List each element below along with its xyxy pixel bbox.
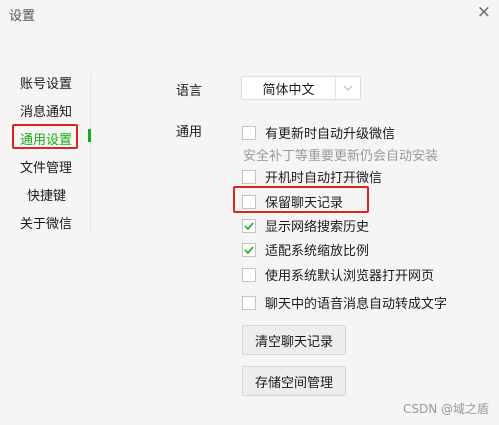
close-icon[interactable]: × bbox=[477, 1, 491, 23]
checkbox-checked[interactable] bbox=[242, 242, 256, 257]
watermark: CSDN @域之盾 bbox=[402, 402, 489, 416]
highlight-box-general bbox=[12, 124, 78, 149]
checkbox[interactable] bbox=[242, 267, 256, 282]
checkbox-checked[interactable] bbox=[242, 218, 256, 233]
option-auto-start[interactable]: 开机时自动打开微信 bbox=[242, 167, 382, 186]
language-label: 语言 bbox=[176, 84, 203, 99]
sidebar-divider bbox=[90, 74, 91, 234]
option-keep-history[interactable]: 保留聊天记录 bbox=[242, 192, 343, 211]
option-voice-to-text[interactable]: 聊天中的语音消息自动转成文字 bbox=[242, 293, 447, 312]
language-select[interactable]: 简体中文 bbox=[241, 76, 361, 100]
checkbox[interactable] bbox=[242, 194, 256, 209]
clear-chat-history-button[interactable]: 清空聊天记录 bbox=[242, 325, 347, 355]
option-auto-update[interactable]: 有更新时自动升级微信 bbox=[242, 123, 395, 142]
option-label: 保留聊天记录 bbox=[265, 196, 344, 211]
sidebar-item-shortcuts[interactable]: 快捷键 bbox=[27, 185, 66, 204]
check-icon bbox=[244, 221, 254, 230]
option-label: 有更新时自动升级微信 bbox=[265, 127, 396, 142]
sidebar-item-files[interactable]: 文件管理 bbox=[20, 157, 72, 176]
option-label: 使用系统默认浏览器打开网页 bbox=[265, 269, 435, 284]
update-hint: 安全补丁等重要更新仍会自动安装 bbox=[243, 149, 439, 164]
option-label: 显示网络搜索历史 bbox=[265, 220, 370, 235]
storage-management-button[interactable]: 存储空间管理 bbox=[242, 366, 347, 396]
option-label: 适配系统缩放比例 bbox=[265, 244, 370, 259]
option-label: 开机时自动打开微信 bbox=[265, 171, 383, 186]
sidebar-item-notifications[interactable]: 消息通知 bbox=[20, 101, 72, 120]
active-indicator bbox=[88, 129, 91, 142]
option-search-history[interactable]: 显示网络搜索历史 bbox=[242, 216, 369, 235]
option-system-scaling[interactable]: 适配系统缩放比例 bbox=[242, 240, 369, 259]
window-title: 设置 bbox=[9, 9, 36, 24]
check-icon bbox=[244, 245, 254, 254]
option-default-browser[interactable]: 使用系统默认浏览器打开网页 bbox=[242, 265, 434, 284]
checkbox[interactable] bbox=[242, 125, 256, 140]
option-label: 聊天中的语音消息自动转成文字 bbox=[265, 297, 448, 312]
sidebar-item-about[interactable]: 关于微信 bbox=[20, 213, 72, 232]
checkbox[interactable] bbox=[242, 295, 256, 310]
language-value: 简体中文 bbox=[262, 82, 315, 98]
chevron-down-icon[interactable] bbox=[335, 77, 360, 99]
checkbox[interactable] bbox=[242, 169, 256, 184]
general-section-label: 通用 bbox=[176, 125, 203, 140]
sidebar-item-account[interactable]: 账号设置 bbox=[20, 73, 72, 92]
